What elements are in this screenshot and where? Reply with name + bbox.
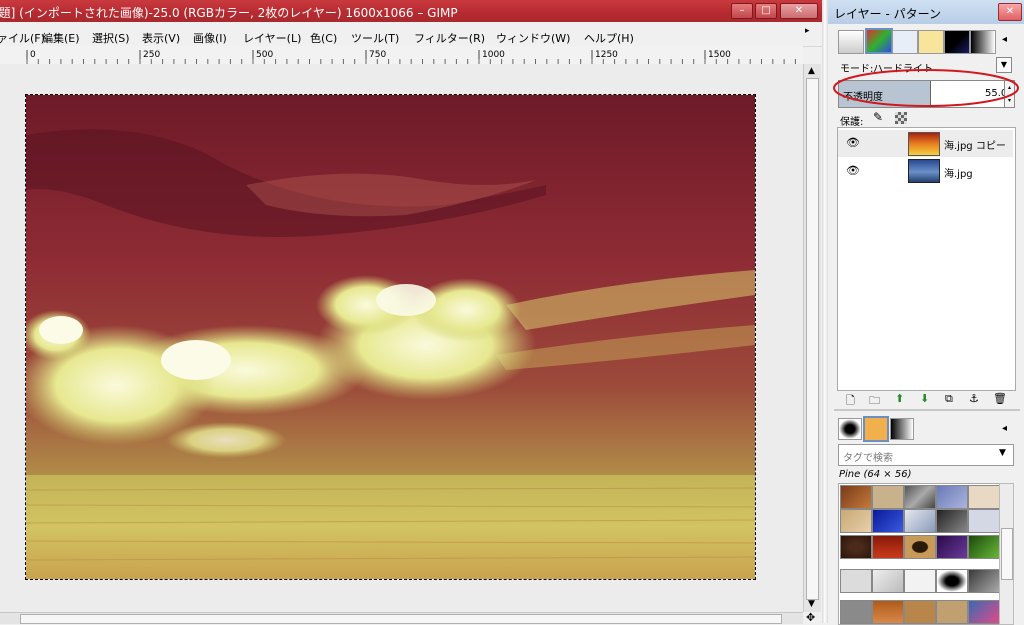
ruler-label: 500 <box>256 50 274 60</box>
gradients-tab2-icon[interactable] <box>890 418 914 440</box>
menu-help[interactable]: ヘルプ(H) <box>584 30 634 46</box>
minimize-button[interactable]: – <box>731 3 753 19</box>
pattern-swatch[interactable] <box>840 535 872 559</box>
ruler-label: 1000 <box>482 50 505 60</box>
pattern-info: Pine (64 × 56) <box>839 469 912 480</box>
pattern-swatch[interactable] <box>968 569 1000 593</box>
anchor-layer-icon[interactable]: ⚓ <box>969 392 979 405</box>
menu-color[interactable]: 色(C) <box>310 30 337 46</box>
dock-close-button[interactable]: ✕ <box>998 3 1022 21</box>
sea-sky-image <box>26 95 755 579</box>
layers-tab-icon[interactable] <box>838 30 864 54</box>
scroll-down-icon[interactable]: ▼ <box>808 599 815 609</box>
undo-history-tab-icon[interactable] <box>918 30 944 54</box>
gradients-tab-icon[interactable] <box>970 30 996 54</box>
scroll-thumb[interactable] <box>806 78 819 600</box>
layer-name: 海.jpg コピー <box>944 141 1006 152</box>
menu-bar: ファイル(F) 編集(E) 選択(S) 表示(V) 画像(I) レイヤー(L) … <box>0 22 822 47</box>
ruler-ticks <box>26 50 796 64</box>
pattern-swatch[interactable] <box>872 569 904 593</box>
menu-file[interactable]: ファイル(F) <box>0 30 45 46</box>
pattern-swatch[interactable] <box>872 600 904 624</box>
maximize-button[interactable]: □ <box>755 3 777 19</box>
tag-search-placeholder: タグで検索 <box>843 453 893 464</box>
dock-title: レイヤー - パターン <box>834 7 941 21</box>
layer-row[interactable]: 👁 海.jpg コピー <box>838 130 1013 157</box>
main-window-titlebar: [無題] (インポートされた画像)-25.0 (RGBカラー, 2枚のレイヤー)… <box>0 0 822 22</box>
pattern-scroll-thumb[interactable] <box>1001 528 1013 580</box>
pattern-swatch[interactable] <box>904 600 936 624</box>
menu-windows[interactable]: ウィンドウ(W) <box>496 30 570 46</box>
menu-filters[interactable]: フィルター(R) <box>414 30 485 46</box>
pattern-swatch[interactable] <box>936 509 968 533</box>
pattern-swatch[interactable] <box>840 485 872 509</box>
highlight-circle <box>833 69 1019 107</box>
close-button[interactable]: ✕ <box>780 3 818 19</box>
layer-name: 海.jpg <box>944 169 973 180</box>
pattern-swatch[interactable] <box>968 509 1000 533</box>
navigate-icon[interactable]: ✥ <box>806 611 815 624</box>
pattern-swatch[interactable] <box>904 509 936 533</box>
fg-bg-colors-tab-icon[interactable] <box>944 30 970 54</box>
dock-divider <box>834 409 1020 411</box>
pattern-swatch[interactable] <box>840 569 872 593</box>
dock2-menu-icon[interactable]: ◂ <box>1002 423 1007 434</box>
pattern-swatch[interactable] <box>872 485 904 509</box>
ruler-label: 250 <box>143 50 161 60</box>
layer-thumbnail <box>908 132 940 156</box>
menu-select[interactable]: 選択(S) <box>92 30 130 46</box>
eye-icon[interactable]: 👁 <box>846 164 860 177</box>
pattern-swatch[interactable] <box>840 600 872 624</box>
tag-dropdown-icon[interactable]: ▼ <box>999 448 1006 458</box>
pattern-swatch[interactable] <box>968 485 1000 509</box>
menu-layer[interactable]: レイヤー(L) <box>243 30 301 46</box>
dock-separator <box>822 0 828 623</box>
ruler-label: 750 <box>369 50 387 60</box>
vertical-scrollbar[interactable]: ▲ ▼ <box>803 64 821 612</box>
dock-titlebar: レイヤー - パターン ✕ <box>828 0 1024 24</box>
duplicate-layer-icon[interactable]: ⧉ <box>945 392 953 406</box>
tag-search-input[interactable]: タグで検索 ▼ <box>838 444 1014 466</box>
pattern-swatch[interactable] <box>872 509 904 533</box>
ruler-label: 1500 <box>708 50 731 60</box>
pattern-swatch[interactable] <box>904 569 936 593</box>
lock-alpha-icon[interactable] <box>895 112 907 124</box>
horizontal-scrollbar[interactable] <box>0 612 803 624</box>
channels-tab-icon[interactable] <box>865 28 893 54</box>
lock-label: 保護: <box>840 117 864 128</box>
lock-pixels-icon[interactable]: ✎ <box>873 110 883 124</box>
layer-thumbnail <box>908 159 940 183</box>
image-canvas[interactable] <box>25 94 756 580</box>
pattern-swatch[interactable] <box>904 535 936 559</box>
horizontal-ruler[interactable]: 0 250 500 750 1000 1250 1500 <box>0 46 803 65</box>
pattern-swatch[interactable] <box>872 535 904 559</box>
raise-layer-icon[interactable]: ⬆ <box>895 392 904 405</box>
eye-icon[interactable]: 👁 <box>846 136 860 149</box>
pattern-scrollbar[interactable] <box>999 483 1014 625</box>
menu-tools[interactable]: ツール(T) <box>351 30 399 46</box>
brushes-tab-icon[interactable] <box>838 418 862 440</box>
lower-layer-icon[interactable]: ⬇ <box>920 392 929 405</box>
patterns-tab-icon[interactable] <box>863 416 889 442</box>
pattern-swatch[interactable] <box>840 509 872 533</box>
window-title: [無題] (インポートされた画像)-25.0 (RGBカラー, 2枚のレイヤー)… <box>0 6 458 20</box>
menu-edit[interactable]: 編集(E) <box>42 30 80 46</box>
delete-layer-icon[interactable]: 🗑 <box>993 392 1007 405</box>
scroll-up-icon[interactable]: ▲ <box>808 66 815 76</box>
menu-arrow-icon[interactable]: ▸ <box>805 26 810 36</box>
dock-menu-icon[interactable]: ◂ <box>1002 34 1007 45</box>
menu-image[interactable]: 画像(I) <box>193 30 227 46</box>
pattern-swatch[interactable] <box>968 535 1000 559</box>
pattern-swatch[interactable] <box>904 485 936 509</box>
ruler-label: 1250 <box>595 50 618 60</box>
pattern-swatch[interactable] <box>936 485 968 509</box>
pattern-swatch[interactable] <box>968 600 1000 624</box>
pattern-swatch[interactable] <box>936 569 968 593</box>
ruler-label: 0 <box>30 50 36 60</box>
pattern-swatch[interactable] <box>936 600 968 624</box>
menu-view[interactable]: 表示(V) <box>142 30 180 46</box>
pattern-swatch[interactable] <box>936 535 968 559</box>
paths-tab-icon[interactable] <box>892 30 918 54</box>
layer-row[interactable]: 👁 海.jpg <box>838 157 1013 185</box>
